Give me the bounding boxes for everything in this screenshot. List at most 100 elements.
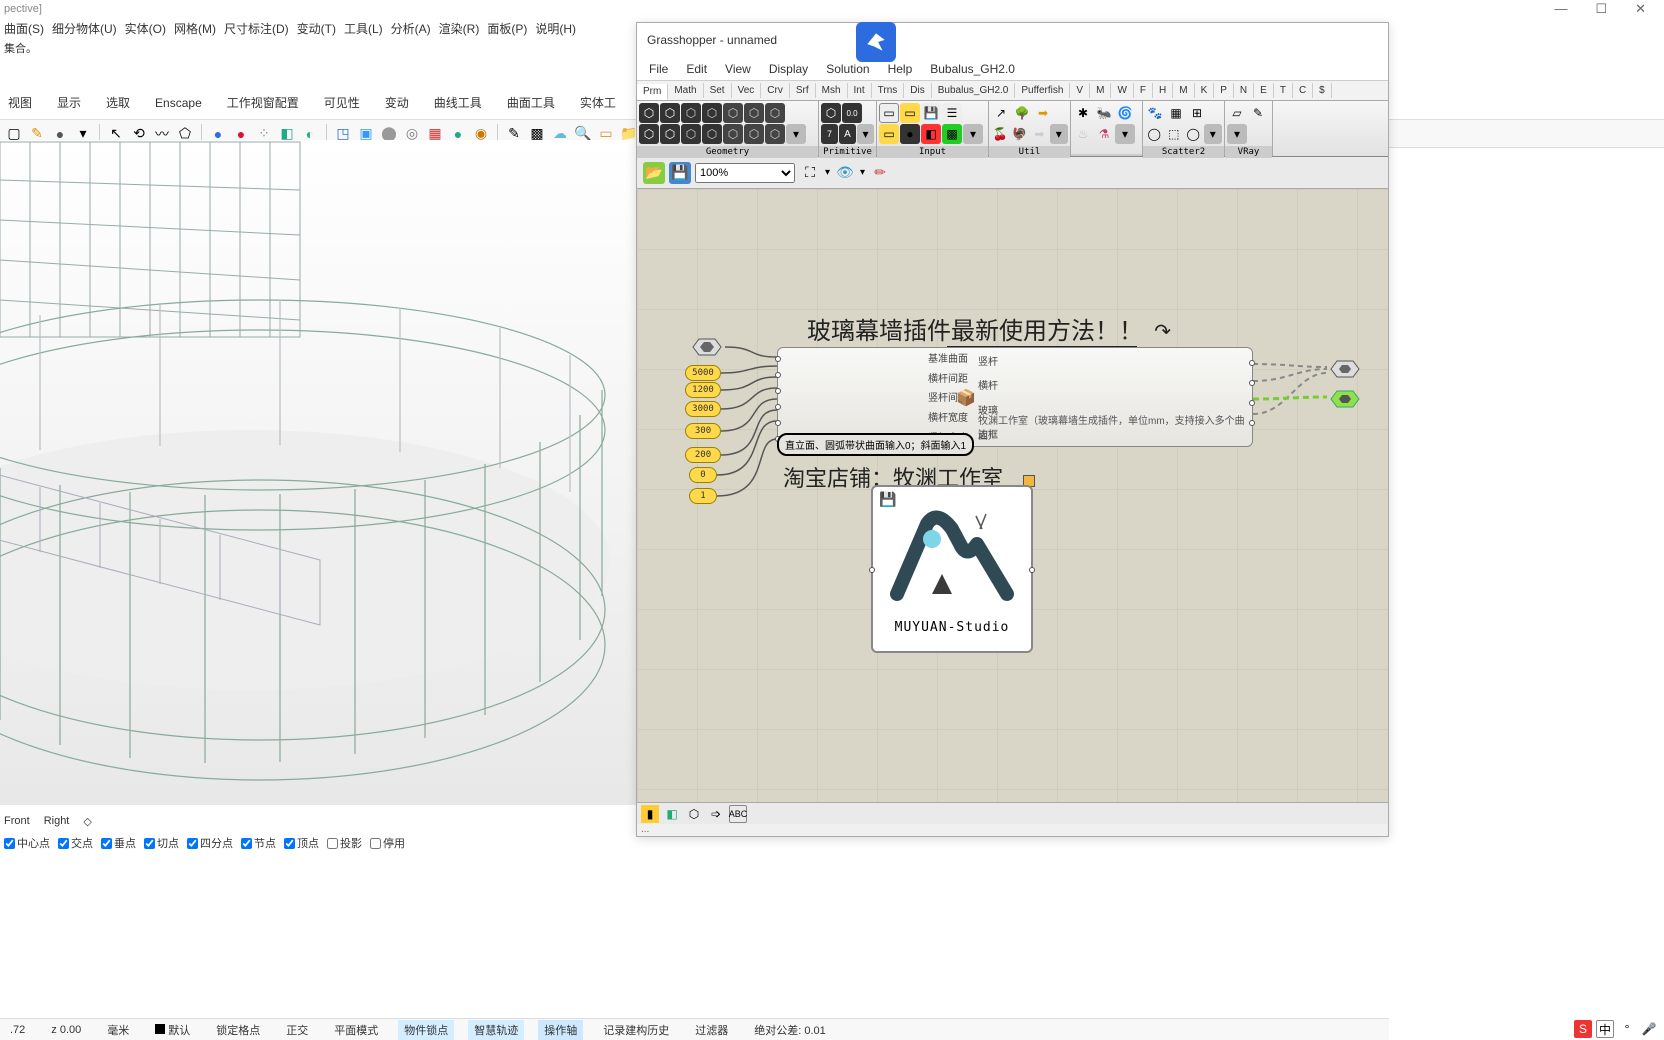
panel-tab[interactable]: 工作视窗配置: [227, 94, 299, 111]
arrow-icon[interactable]: ↗: [991, 103, 1011, 123]
panel-icon[interactable]: ▭: [900, 103, 920, 123]
chevron-down-icon[interactable]: ▾: [860, 167, 865, 178]
gh-tab[interactable]: C: [1293, 83, 1313, 98]
hex-icon[interactable]: ⬡: [702, 124, 722, 144]
gh-tab-prm[interactable]: Prm: [637, 84, 668, 100]
input-port[interactable]: [775, 404, 781, 410]
gh-tab[interactable]: H: [1153, 83, 1173, 98]
ime-lang-icon[interactable]: 中: [1596, 1020, 1614, 1038]
panel-tab[interactable]: Enscape: [155, 96, 202, 110]
save-file-icon[interactable]: 💾: [669, 162, 691, 184]
hex-icon[interactable]: ⬡: [702, 103, 722, 123]
menu-item[interactable]: 网格(M): [174, 20, 216, 37]
output-param-selected[interactable]: [1327, 389, 1363, 409]
menu-item[interactable]: 尺寸标注(D): [224, 20, 289, 37]
gh-bt-icon[interactable]: ▮: [641, 805, 659, 823]
hex-icon[interactable]: ⬡: [660, 103, 680, 123]
hex-icon[interactable]: ⬡: [639, 103, 659, 123]
brep-param[interactable]: [689, 337, 725, 357]
number-slider[interactable]: 0: [689, 467, 717, 483]
panel-tab[interactable]: 曲线工具: [434, 94, 482, 111]
menu-item[interactable]: 说明(H): [535, 20, 576, 37]
color-icon[interactable]: ◧: [921, 124, 941, 144]
menu-item[interactable]: 曲面(S): [4, 20, 44, 37]
status-smarttrack[interactable]: 智慧轨迹: [468, 1020, 524, 1040]
hex-icon[interactable]: ⬡: [821, 103, 841, 123]
number-slider[interactable]: 300: [685, 423, 721, 439]
output-param[interactable]: [1327, 359, 1363, 379]
menu-item[interactable]: 工具(L): [344, 20, 383, 37]
minimize-icon[interactable]: —: [1554, 1, 1567, 17]
menu-item[interactable]: 分析(A): [391, 20, 431, 37]
osnap-perp[interactable]: 垂点: [101, 835, 136, 851]
gh-tab[interactable]: Set: [704, 83, 732, 98]
status-layer[interactable]: 默认: [149, 1020, 196, 1040]
preview-icon[interactable]: 👁: [834, 162, 856, 184]
hex-seven-icon[interactable]: 7: [821, 124, 838, 144]
menu-item[interactable]: 渲染(R): [439, 20, 480, 37]
hex-icon[interactable]: ⬡: [744, 124, 764, 144]
arrow-right-icon[interactable]: ➡: [1030, 124, 1049, 144]
input-port[interactable]: [869, 567, 875, 573]
gh-tab[interactable]: E: [1254, 83, 1274, 98]
gh-tab[interactable]: N: [1234, 83, 1254, 98]
panel-tab[interactable]: 显示: [57, 94, 81, 111]
gh-tab[interactable]: Bubalus_GH2.0: [932, 83, 1016, 98]
gh-bt-abc-icon[interactable]: ABC: [729, 805, 747, 823]
output-port[interactable]: [1029, 567, 1035, 573]
menu-item[interactable]: 细分物体(U): [52, 20, 117, 37]
panel-tab[interactable]: 视图: [8, 94, 32, 111]
number-slider[interactable]: 1: [689, 488, 717, 504]
gh-tab[interactable]: K: [1195, 83, 1215, 98]
slider-icon[interactable]: ▭: [879, 103, 899, 123]
sogou-icon[interactable]: S: [1574, 1020, 1592, 1038]
tree-icon[interactable]: 🌳: [1012, 103, 1032, 123]
hex-icon[interactable]: ⬡: [681, 124, 701, 144]
gh-tab[interactable]: W: [1111, 83, 1133, 98]
gh-bt-icon[interactable]: ➩: [707, 805, 725, 823]
expand-icon[interactable]: ▾: [1227, 124, 1247, 144]
stack-icon[interactable]: ☰: [942, 103, 962, 123]
menu-item[interactable]: 实体(O): [125, 20, 166, 37]
output-port[interactable]: [1249, 400, 1255, 406]
input-port[interactable]: [775, 356, 781, 362]
number-slider[interactable]: 1200: [685, 382, 721, 398]
gh-tab[interactable]: F: [1134, 83, 1153, 98]
input-port[interactable]: [775, 372, 781, 378]
eraser-icon[interactable]: ▱: [1227, 103, 1247, 123]
gh-menu-view[interactable]: View: [725, 62, 751, 76]
green-icon[interactable]: ▩: [942, 124, 962, 144]
expand-icon[interactable]: ▾: [1115, 124, 1135, 144]
osnap-project[interactable]: 投影: [327, 835, 362, 851]
gh-tab[interactable]: Pufferfish: [1015, 83, 1070, 98]
osnap-int[interactable]: 交点: [58, 835, 93, 851]
status-history[interactable]: 记录建构历史: [597, 1020, 675, 1040]
gh-tab[interactable]: Dis: [904, 83, 931, 98]
flame-icon[interactable]: ♨: [1073, 124, 1093, 144]
bug-icon[interactable]: ✱: [1073, 103, 1093, 123]
scribble-title[interactable]: 玻璃幕墙插件最新使用方法！！ ↷: [807, 311, 1143, 346]
output-port[interactable]: [1249, 360, 1255, 366]
number-slider[interactable]: 5000: [685, 365, 721, 381]
gh-tab[interactable]: Crv: [761, 83, 790, 98]
expand-icon[interactable]: ▾: [857, 124, 874, 144]
hex-icon[interactable]: ⬡: [765, 124, 785, 144]
viewport-tab[interactable]: Right: [44, 815, 70, 827]
pencil-icon[interactable]: ✎: [1248, 103, 1268, 123]
gh-tab[interactable]: Vec: [732, 83, 762, 98]
hex-icon[interactable]: ⬡: [639, 124, 659, 144]
close-icon[interactable]: ✕: [1635, 1, 1646, 17]
image-sampler[interactable]: 💾 MUYUAN-Studio: [871, 485, 1033, 653]
gh-menu-solution[interactable]: Solution: [826, 62, 869, 76]
save-icon[interactable]: 💾: [921, 103, 941, 123]
expand-icon[interactable]: ▾: [1204, 124, 1223, 144]
zoom-extents-icon[interactable]: ⛶: [799, 162, 821, 184]
status-unit[interactable]: 毫米: [101, 1020, 135, 1040]
number-slider[interactable]: 200: [685, 447, 721, 463]
circle-icon[interactable]: ◯: [1184, 124, 1203, 144]
output-port[interactable]: [1249, 420, 1255, 426]
chevron-down-icon[interactable]: ▾: [825, 167, 830, 178]
input-port[interactable]: [775, 420, 781, 426]
gh-tab[interactable]: Trns: [872, 83, 905, 98]
gh-menu-bubalus[interactable]: Bubalus_GH2.0: [930, 62, 1015, 76]
